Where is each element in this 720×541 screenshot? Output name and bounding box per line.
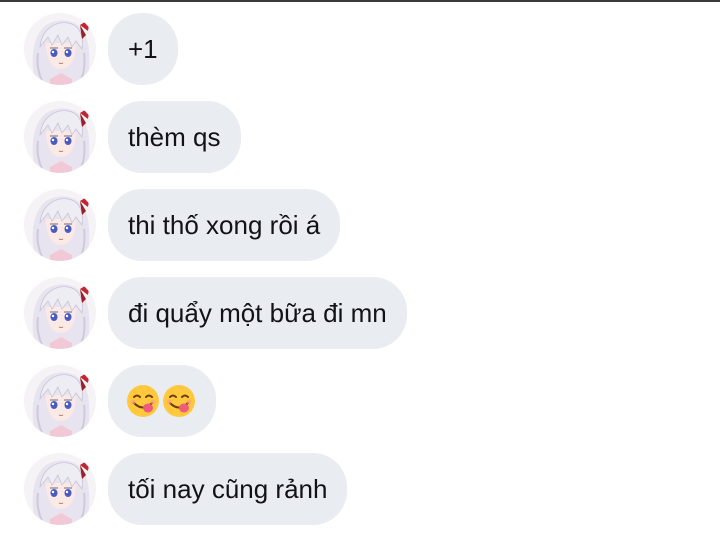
message-text: thi thố xong rồi á <box>128 210 321 240</box>
face-savoring-food-emoji-icon <box>126 384 160 418</box>
avatar[interactable] <box>24 189 96 261</box>
message-bubble[interactable]: thi thố xong rồi á <box>108 189 341 261</box>
message-row: +1 <box>0 13 720 85</box>
message-row: thi thố xong rồi á <box>0 189 720 261</box>
avatar[interactable] <box>24 453 96 525</box>
message-bubble[interactable]: +1 <box>108 13 178 85</box>
message-text: thèm qs <box>128 122 221 152</box>
avatar[interactable] <box>24 365 96 437</box>
message-bubble[interactable]: thèm qs <box>108 101 241 173</box>
avatar[interactable] <box>24 13 96 85</box>
avatar[interactable] <box>24 277 96 349</box>
message-row: thèm qs <box>0 101 720 173</box>
message-text: tối nay cũng rảnh <box>128 474 328 504</box>
top-divider <box>0 0 720 2</box>
avatar-image <box>24 277 96 349</box>
emoji-message-bubble[interactable] <box>108 365 216 437</box>
message-text: đi quẩy một bữa đi mn <box>128 298 387 328</box>
avatar-image <box>24 365 96 437</box>
message-row: tối nay cũng rảnh <box>0 453 720 525</box>
avatar-image <box>24 101 96 173</box>
message-text: +1 <box>128 34 158 64</box>
message-bubble[interactable]: tối nay cũng rảnh <box>108 453 348 525</box>
avatar-image <box>24 189 96 261</box>
avatar-image <box>24 453 96 525</box>
message-thread[interactable]: +1 thèm qs thi thố xong rồi á đi quẩy mộ… <box>0 13 720 541</box>
avatar[interactable] <box>24 101 96 173</box>
avatar-image <box>24 13 96 85</box>
message-bubble[interactable]: đi quẩy một bữa đi mn <box>108 277 407 349</box>
message-row <box>0 365 720 437</box>
message-row: đi quẩy một bữa đi mn <box>0 277 720 349</box>
face-savoring-food-emoji-icon <box>162 384 196 418</box>
